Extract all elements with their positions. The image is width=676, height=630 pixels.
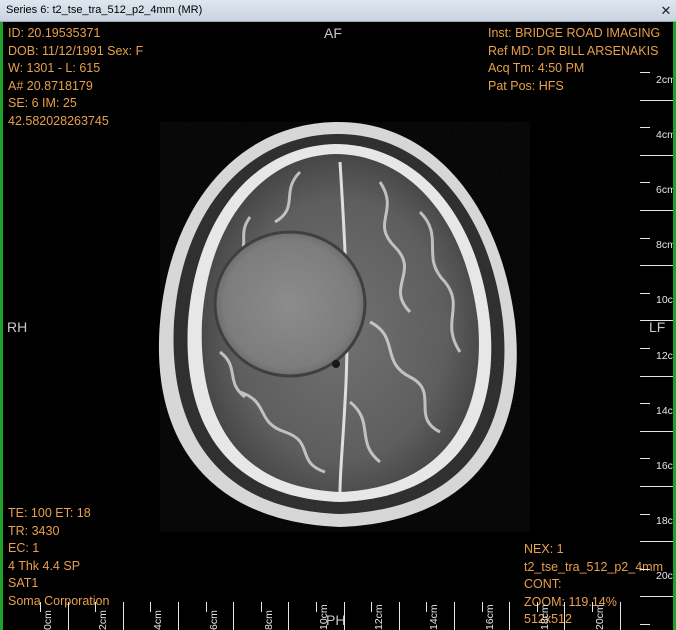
ruler-tick [640,182,650,184]
ruler-tick [640,210,676,211]
te-et: TE: 100 ET: 18 [8,506,91,520]
ruler-tick [640,541,676,543]
ruler-tick [640,265,676,267]
ruler-tick [288,602,290,630]
ruler-tick [640,72,650,73]
ruler-tick [592,602,593,612]
ruler-tick [233,602,235,630]
ruler-tick [178,602,179,630]
ruler-label: 14cm [428,604,441,630]
image-viewport[interactable]: ID: 20.19535371 DOB: 11/12/1991 Sex: F W… [0,22,676,630]
ruler-label: 12cm [373,604,386,630]
ruler-tick [205,602,207,612]
ruler-tick [640,320,676,322]
ruler-label: 20cm [594,604,606,630]
ruler-tick [640,486,676,487]
ruler-tick [640,513,650,515]
ruler-tick [122,602,124,630]
ruler-tick [640,568,650,570]
ruler-tick [481,602,483,612]
window-title: Series 6: t2_tse_tra_512_p2_4mm (MR) [6,4,203,16]
ruler-tick [40,602,41,612]
ruler-tick [398,602,400,630]
series-image: SE: 6 IM: 25 [8,96,77,110]
close-icon[interactable]: ✕ [658,3,674,18]
ruler-label: 0cm [42,610,54,630]
ruler-tick [640,375,676,377]
window-level: W: 1301 - L: 615 [8,61,101,75]
ruler-label: 4cm [152,610,165,630]
ruler-tick [640,403,650,405]
institution: Inst: BRIDGE ROAD IMAGING [488,26,661,40]
ruler-tick [564,602,566,630]
ruler-label: 16cm [483,604,496,630]
ruler-tick [640,237,650,239]
ruler-tick [640,292,650,294]
ruler-tick [67,602,69,630]
ruler-tick [640,348,650,349]
orientation-top: AF [324,25,342,41]
patient-info-overlay: ID: 20.19535371 DOB: 11/12/1991 Sex: F W… [8,25,143,130]
ruler-tick [536,602,538,612]
patient-id: ID: 20.19535371 [8,26,101,40]
ruler-label: 6cm [207,610,220,630]
slice-position: 42.582028263745 [8,113,109,128]
ruler-tick [509,602,511,630]
orientation-left: RH [7,319,28,335]
ruler-label: 10cm [318,604,330,630]
ruler-tick [640,458,650,460]
ruler-tick [640,430,676,432]
patient-dob-sex: DOB: 11/12/1991 Sex: F [8,43,144,58]
ruler-label: 18cm [538,604,551,630]
ruler-tick [316,602,317,612]
ruler-label: 2cm [97,610,110,630]
ruler-tick [619,602,621,630]
ruler-tick [640,127,650,129]
ruler-tick [640,154,676,156]
acquisition-overlay: TE: 100 ET: 18 TR: 3430 EC: 1 4 Thk 4.4 … [8,505,109,610]
title-bar: Series 6: t2_tse_tra_512_p2_4mm (MR) ✕ [0,0,676,22]
ruler-tick [454,602,455,630]
ruler-tick [260,602,262,612]
accession-number: A# 20.8718179 [8,78,93,93]
vertical-ruler: 2cm4cm6cm8cm10cm12cm14cm16cm18cm20cm [630,52,676,630]
ruler-label: 8cm [262,610,275,630]
ec: EC: 1 [8,541,40,555]
horizontal-ruler: 0cm 2cm 4cm 6cm 8cm 10cm 12cm 14cm 16cm 18cm 20cm [30,602,670,630]
ruler-tick [343,602,345,630]
sat: SAT1 [8,576,39,590]
tr: TR: 3430 [8,523,60,538]
ruler-tick [640,99,676,101]
active-frame-left [0,22,3,630]
thickness-spacing: 4 Thk 4.4 SP [8,558,81,573]
ruler-tick [640,596,676,598]
